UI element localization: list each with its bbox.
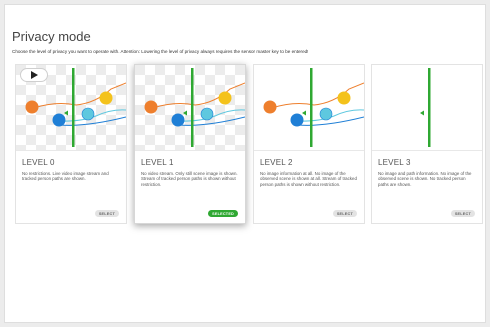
scene-preview-nothing [372, 65, 482, 150]
selected-button[interactable]: SELECTED [208, 210, 238, 217]
play-button[interactable] [20, 68, 48, 82]
scene-preview-live-video [16, 65, 126, 150]
page-title: Privacy mode [12, 29, 91, 44]
card-description: No image and path information. No image … [378, 171, 472, 187]
privacy-card-level-3[interactable]: LEVEL 3 No image and path information. N… [371, 64, 483, 224]
privacy-card-level-1[interactable]: LEVEL 1 No video stream. Only still scen… [134, 64, 246, 224]
card-level-title: LEVEL 3 [378, 158, 411, 167]
scene-preview-still-image [135, 65, 245, 150]
select-button[interactable]: SELECT [332, 210, 357, 217]
card-description: No video stream. Only still scene image … [141, 171, 238, 187]
select-button[interactable]: SELECT [450, 210, 475, 217]
card-level-title: LEVEL 1 [141, 158, 174, 167]
scene-preview-paths-only [254, 65, 364, 150]
select-button[interactable]: SELECT [94, 210, 119, 217]
card-description: No image information at all. No image of… [260, 171, 357, 187]
card-description: No restrictions. Live video image stream… [22, 171, 109, 182]
play-icon [31, 71, 38, 79]
privacy-card-level-2[interactable]: LEVEL 2 No image information at all. No … [253, 64, 365, 224]
page-subtitle: Choose the level of privacy you want to … [12, 49, 309, 54]
privacy-card-level-0[interactable]: LEVEL 0 No restrictions. Live video imag… [15, 64, 127, 224]
card-level-title: LEVEL 0 [22, 158, 55, 167]
card-level-title: LEVEL 2 [260, 158, 293, 167]
